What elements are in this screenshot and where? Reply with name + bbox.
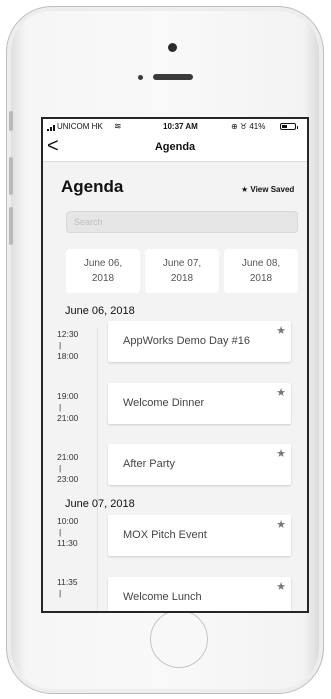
wifi-icon: ≋ — [114, 121, 122, 131]
nav-title: Agenda — [154, 141, 196, 153]
earpiece-speaker — [153, 74, 193, 80]
event-title: MOX Pitch Event — [123, 529, 207, 541]
status-indicators: ⊕ ♉ 41% — [231, 122, 266, 131]
front-camera — [168, 43, 177, 52]
app-screen: UNICOM HK ≋ 10:37 AM ⊕ ♉ 41% < Agenda Ag… — [41, 117, 309, 613]
event-title: AppWorks Demo Day #16 — [123, 335, 250, 347]
star-icon[interactable]: ★ — [276, 580, 286, 593]
carrier-name: UNICOM HK — [57, 122, 103, 131]
phone-frame: UNICOM HK ≋ 10:37 AM ⊕ ♉ 41% < Agenda Ag… — [6, 6, 324, 694]
event-time-range: 10:00 | 11:30 — [57, 516, 79, 548]
volume-up-button — [9, 157, 13, 195]
event-card[interactable]: After Party ★ — [108, 444, 291, 485]
star-icon[interactable]: ★ — [276, 324, 286, 337]
day-header: June 06, 2018 — [65, 305, 135, 317]
event-title: Welcome Lunch — [123, 591, 202, 603]
date-tab-june-07[interactable]: June 07, 2018 — [145, 249, 219, 293]
date-tab-june-08[interactable]: June 08, 2018 — [224, 249, 298, 293]
star-icon[interactable]: ★ — [276, 518, 286, 531]
day-header: June 07, 2018 — [65, 498, 135, 510]
event-time-range: 11:35 | — [57, 577, 78, 598]
page-title: Agenda — [61, 177, 124, 196]
status-time: 10:37 AM — [163, 122, 198, 131]
search-input[interactable]: Search — [66, 211, 298, 233]
event-card[interactable]: Welcome Lunch ★ — [108, 577, 291, 611]
mute-switch — [9, 111, 13, 131]
battery-icon — [280, 123, 298, 130]
proximity-sensor — [138, 75, 143, 80]
star-icon[interactable]: ★ — [276, 447, 286, 460]
event-time-range: 12:30 | 18:00 — [57, 329, 79, 361]
event-time-range: 19:00 | 21:00 — [57, 391, 79, 423]
timeline-rail — [97, 328, 98, 611]
signal-icon — [47, 123, 57, 131]
event-card[interactable]: Welcome Dinner ★ — [108, 383, 291, 424]
volume-down-button — [9, 207, 13, 245]
event-title: Welcome Dinner — [123, 397, 205, 409]
event-card[interactable]: MOX Pitch Event ★ — [108, 515, 291, 556]
navigation-bar: < Agenda — [43, 135, 307, 162]
event-title: After Party — [123, 458, 175, 470]
date-tab-june-06[interactable]: June 06, 2018 — [66, 249, 140, 293]
home-button[interactable] — [150, 610, 208, 668]
status-bar: UNICOM HK ≋ 10:37 AM ⊕ ♉ 41% — [43, 119, 307, 135]
star-icon[interactable]: ★ — [276, 386, 286, 399]
event-card[interactable]: AppWorks Demo Day #16 ★ — [108, 321, 291, 362]
event-time-range: 21:00 | 23:00 — [57, 452, 79, 484]
view-saved-button[interactable]: ★ View Saved — [241, 185, 294, 194]
